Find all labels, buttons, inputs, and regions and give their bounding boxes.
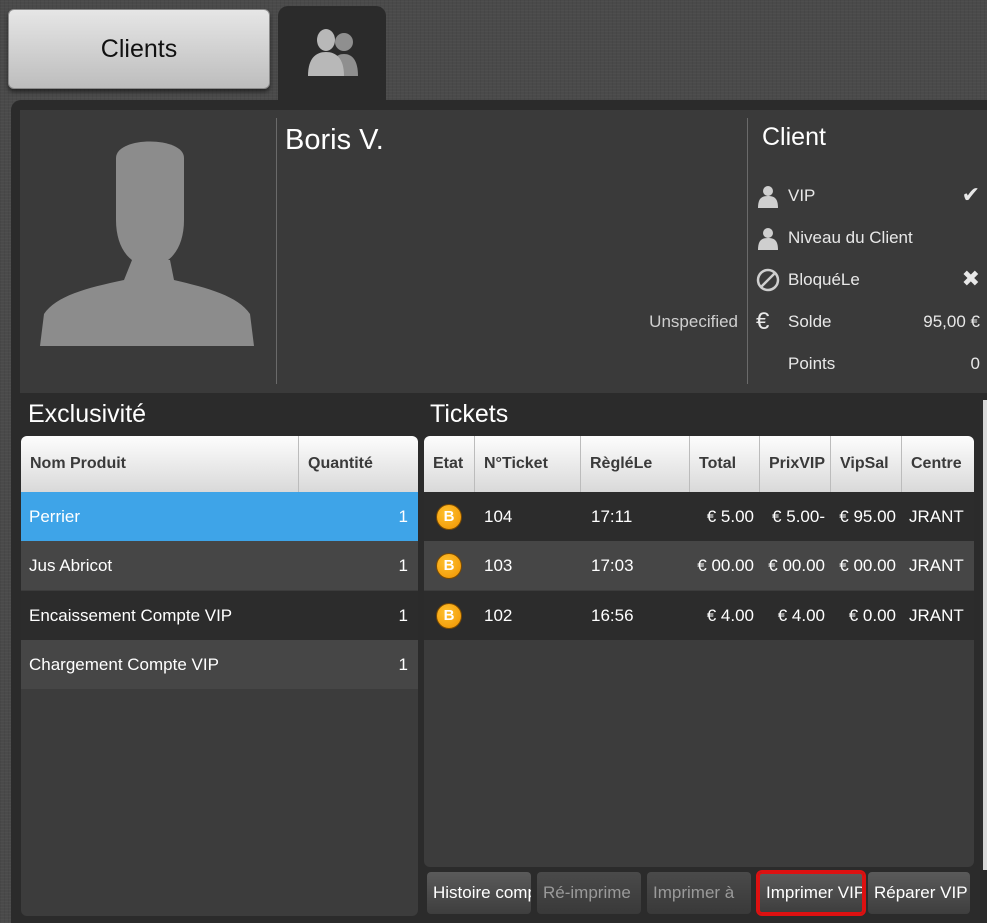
balance-label: Solde bbox=[788, 312, 832, 331]
ticket-number: 102 bbox=[484, 606, 513, 625]
status-badge: B bbox=[436, 553, 462, 579]
check-icon: ✔ bbox=[961, 182, 980, 207]
table-row[interactable]: Perrier 1 bbox=[21, 492, 418, 541]
ticket-vipsal: 95.00 € bbox=[839, 507, 896, 526]
blocked-icon bbox=[756, 268, 780, 292]
ticket-prixvip: -5.00 € bbox=[772, 507, 825, 526]
column-header-total[interactable]: Total bbox=[690, 436, 760, 492]
grid-header: Nom Produit Quantité bbox=[21, 436, 418, 492]
tickets-title: Tickets bbox=[430, 400, 509, 428]
points-label: Points bbox=[788, 354, 836, 373]
ticket-time: 17:11 bbox=[591, 507, 633, 526]
ticket-number: 103 bbox=[484, 556, 513, 575]
product-qty: 1 bbox=[398, 507, 408, 526]
column-header-centre[interactable]: Centre bbox=[902, 436, 974, 492]
print-a4-button[interactable]: Imprimer à bbox=[647, 872, 751, 914]
blocked-label: BloquéLe bbox=[788, 270, 860, 289]
product-name: Chargement Compte VIP bbox=[29, 655, 219, 674]
grid-header: Etat N°Ticket RègléLe Total PrixVIP VipS… bbox=[424, 436, 974, 492]
balance-value: 95,00 € bbox=[923, 312, 980, 331]
level-row: Niveau du Client bbox=[756, 224, 982, 254]
ticket-centre: JRANT bbox=[909, 556, 964, 575]
table-row[interactable]: Jus Abricot 1 bbox=[21, 541, 418, 590]
table-row[interactable]: Encaissement Compte VIP 1 bbox=[21, 591, 418, 640]
level-label: Niveau du Client bbox=[788, 228, 913, 247]
tickets-grid: Etat N°Ticket RègléLe Total PrixVIP VipS… bbox=[424, 436, 974, 867]
product-name: Encaissement Compte VIP bbox=[29, 606, 233, 625]
table-row[interactable]: B 102 16:56 4.00 € 4.00 € 0.00 € JRANT bbox=[424, 591, 974, 640]
product-name: Jus Abricot bbox=[29, 556, 113, 575]
users-icon bbox=[308, 29, 358, 76]
table-row[interactable]: B 104 17:11 5.00 € -5.00 € 95.00 € JRANT bbox=[424, 492, 974, 541]
avatar bbox=[20, 110, 276, 393]
print-vip-button[interactable]: Imprimer VIP bbox=[756, 870, 866, 916]
ticket-total: 00.00 € bbox=[697, 556, 754, 575]
ticket-time: 17:03 bbox=[591, 556, 634, 575]
euro-icon: € bbox=[756, 308, 770, 335]
gender-value: Unspecified bbox=[649, 312, 738, 331]
blocked-row: BloquéLe ✖ bbox=[756, 266, 982, 296]
exclusivity-title: Exclusivité bbox=[28, 400, 147, 428]
column-header-product[interactable]: Nom Produit bbox=[21, 436, 299, 492]
ticket-vipsal: 0.00 € bbox=[848, 606, 896, 625]
table-row[interactable]: B 103 17:03 00.00 € 00.00 € 00.00 € JRAN… bbox=[424, 541, 974, 590]
person-icon bbox=[758, 228, 778, 250]
product-qty: 1 bbox=[398, 655, 408, 674]
person-silhouette-icon bbox=[40, 141, 254, 346]
product-qty: 1 bbox=[398, 556, 408, 575]
exclusivity-grid: Nom Produit Quantité Perrier 1 Jus Abric… bbox=[21, 436, 418, 916]
column-header-prixvip[interactable]: PrixVIP bbox=[760, 436, 831, 492]
table-row[interactable]: Chargement Compte VIP 1 bbox=[21, 640, 418, 689]
status-badge: B bbox=[436, 603, 462, 629]
column-header-quantity[interactable]: Quantité bbox=[299, 436, 418, 492]
repair-vip-button[interactable]: Réparer VIP bbox=[868, 872, 970, 914]
column-header-ticket[interactable]: N°Ticket bbox=[475, 436, 581, 492]
client-section-title: Client bbox=[762, 123, 826, 151]
column-header-date[interactable]: RègléLe bbox=[581, 436, 690, 492]
ticket-prixvip: 00.00 € bbox=[768, 556, 825, 575]
reprint-button[interactable]: Ré-imprime bbox=[537, 872, 641, 914]
clients-tab[interactable]: Clients bbox=[8, 9, 270, 89]
vip-label: VIP bbox=[788, 186, 816, 205]
scrollbar[interactable] bbox=[983, 400, 987, 870]
person-icon bbox=[758, 186, 778, 208]
product-qty: 1 bbox=[398, 606, 408, 625]
ticket-prixvip: 4.00 € bbox=[777, 606, 825, 625]
ticket-time: 16:56 bbox=[591, 606, 634, 625]
column-header-vipsal[interactable]: VipSal bbox=[831, 436, 902, 492]
ticket-centre: JRANT bbox=[909, 507, 964, 526]
history-button[interactable]: Histoire compte bbox=[427, 872, 531, 914]
points-value: 0 bbox=[970, 354, 980, 373]
customers-tab[interactable] bbox=[278, 6, 386, 106]
column-header-etat[interactable]: Etat bbox=[424, 436, 475, 492]
divider bbox=[747, 118, 748, 384]
points-row: Points 0 bbox=[756, 350, 982, 380]
ticket-centre: JRANT bbox=[909, 606, 964, 625]
ticket-total: 5.00 € bbox=[706, 507, 754, 526]
status-badge: B bbox=[436, 504, 462, 530]
divider bbox=[276, 118, 277, 384]
ticket-vipsal: 00.00 € bbox=[839, 556, 896, 575]
client-name: Boris V. bbox=[285, 124, 384, 156]
ticket-number: 104 bbox=[484, 507, 513, 526]
vip-row: VIP ✔ bbox=[756, 182, 982, 212]
cross-icon: ✖ bbox=[961, 266, 980, 291]
ticket-total: 4.00 € bbox=[706, 606, 754, 625]
product-name: Perrier bbox=[29, 507, 81, 526]
balance-row: € Solde 95,00 € bbox=[756, 308, 982, 338]
